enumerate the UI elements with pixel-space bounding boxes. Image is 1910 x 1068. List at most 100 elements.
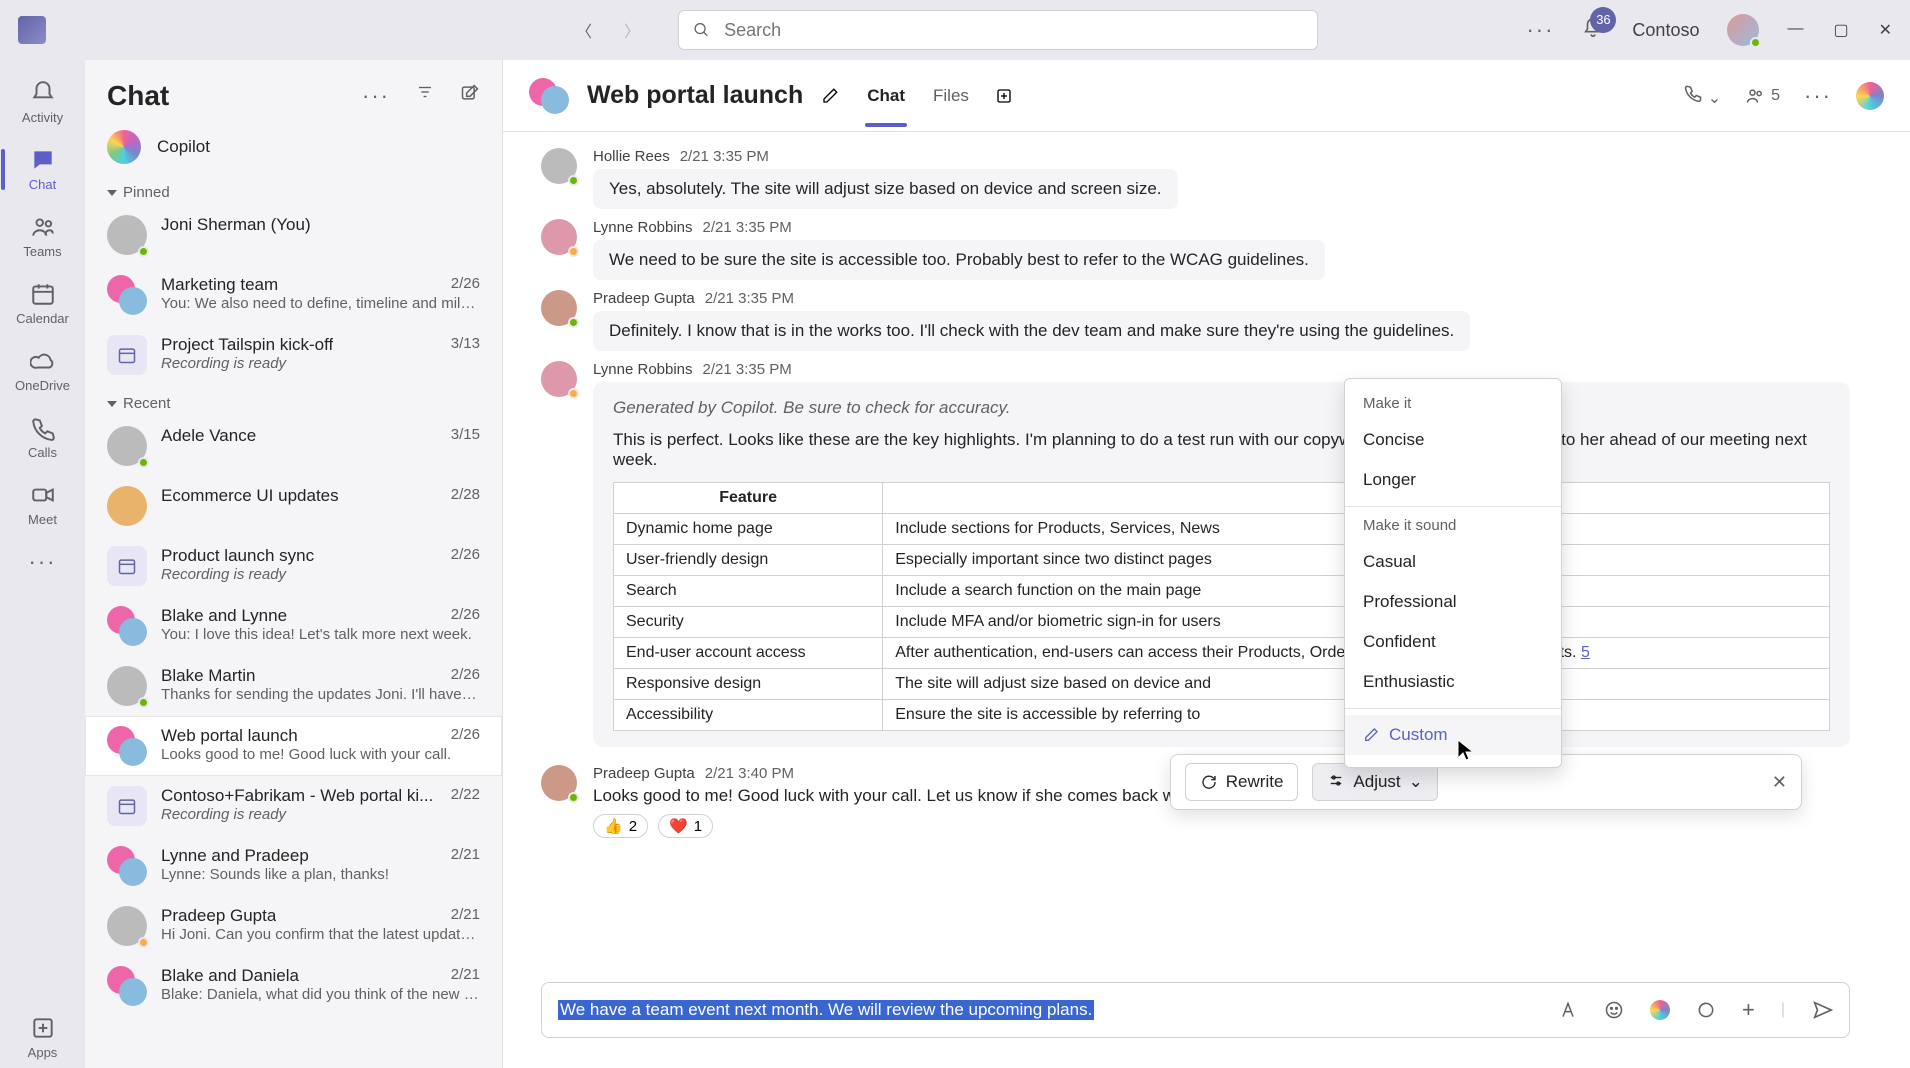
tab-chat[interactable]: Chat — [865, 66, 907, 126]
reaction-pill[interactable]: ❤️1 — [658, 814, 713, 838]
separator — [1345, 506, 1561, 507]
nav-back-icon[interactable]: 〈 — [576, 18, 592, 42]
adjust-option-custom[interactable]: Custom — [1345, 715, 1561, 755]
message-bubble[interactable]: Definitely. I know that is in the works … — [593, 311, 1470, 351]
chat-item[interactable]: Ecommerce UI updates2/28 — [85, 476, 502, 536]
avatar — [107, 215, 147, 255]
avatar — [541, 219, 577, 255]
caret-icon — [107, 190, 117, 196]
avatar — [107, 275, 147, 315]
notifications-button[interactable]: 36 — [1582, 17, 1604, 44]
chat-list-title: Chat — [107, 80, 169, 112]
chat-item[interactable]: Project Tailspin kick-off3/13Recording i… — [85, 325, 502, 385]
conversation-more-icon[interactable]: ··· — [1804, 83, 1832, 109]
copilot-compose-icon[interactable] — [1650, 1000, 1670, 1020]
conversation-avatar — [529, 78, 569, 114]
rail-onedrive[interactable]: OneDrive — [11, 340, 75, 401]
rail-more[interactable]: ··· — [11, 541, 75, 583]
notification-count-badge: 36 — [1590, 7, 1616, 33]
minimize-button[interactable]: — — [1787, 20, 1803, 40]
presence-icon — [138, 246, 149, 257]
close-button[interactable]: ✕ — [1879, 20, 1892, 40]
tab-files[interactable]: Files — [931, 66, 971, 126]
rewrite-button[interactable]: Rewrite — [1185, 763, 1299, 801]
participants-button[interactable]: 5 — [1745, 86, 1780, 106]
chat-item[interactable]: Blake Martin2/26Thanks for sending the u… — [85, 656, 502, 716]
copilot-close-button[interactable]: ✕ — [1772, 772, 1787, 793]
add-tab-icon[interactable] — [995, 87, 1013, 105]
org-name[interactable]: Contoso — [1632, 20, 1699, 41]
adjust-option-concise[interactable]: Concise — [1345, 420, 1561, 460]
add-attachment-icon[interactable]: + — [1742, 997, 1755, 1023]
chat-item[interactable]: Marketing team2/26You: We also need to d… — [85, 265, 502, 325]
recent-section-header[interactable]: Recent — [85, 385, 502, 416]
copilot-message-bubble[interactable]: Generated by Copilot. Be sure to check f… — [593, 382, 1850, 747]
presence-icon — [568, 175, 579, 186]
copilot-disclaimer: Generated by Copilot. Be sure to check f… — [613, 398, 1830, 418]
presence-icon — [568, 792, 579, 803]
rail-chat[interactable]: Chat — [11, 139, 75, 200]
call-button[interactable]: ⌄ — [1683, 83, 1721, 108]
rail-apps[interactable]: Apps — [11, 1007, 75, 1068]
cloud-icon — [30, 348, 56, 374]
more-icon[interactable]: ··· — [1526, 17, 1554, 43]
adjust-option-confident[interactable]: Confident — [1345, 622, 1561, 662]
rail-calls[interactable]: Calls — [11, 407, 75, 468]
more-icon: ··· — [29, 549, 57, 575]
reference-link[interactable]: 5 — [1581, 644, 1590, 661]
nav-forward-icon[interactable]: 〉 — [624, 18, 640, 42]
edit-icon[interactable] — [821, 87, 839, 105]
avatar — [107, 906, 147, 946]
reaction-pill[interactable]: 👍2 — [593, 814, 648, 838]
copilot-chat-entry[interactable]: Copilot — [85, 120, 502, 174]
chat-list-pane: Chat ··· Copilot Pinned Joni Sherman (Yo… — [85, 60, 503, 1068]
rail-meet[interactable]: Meet — [11, 474, 75, 535]
search-input[interactable] — [724, 20, 1303, 41]
presence-icon — [138, 697, 149, 708]
chat-item[interactable]: Web portal launch2/26Looks good to me! G… — [85, 716, 502, 776]
adjust-button[interactable]: Adjust ⌄ — [1312, 763, 1438, 801]
compose-icon[interactable] — [460, 83, 480, 103]
loop-icon[interactable] — [1696, 1000, 1716, 1020]
adjust-option-professional[interactable]: Professional — [1345, 582, 1561, 622]
rail-teams[interactable]: Teams — [11, 206, 75, 267]
message-bubble[interactable]: Yes, absolutely. The site will adjust si… — [593, 169, 1178, 209]
conversation-pane: Web portal launch Chat Files ⌄ 5 ··· — [503, 60, 1910, 1068]
rail-calendar[interactable]: Calendar — [11, 273, 75, 334]
chat-item[interactable]: Joni Sherman (You) — [85, 205, 502, 265]
rail-activity[interactable]: Activity — [11, 72, 75, 133]
people-icon — [30, 214, 56, 240]
sliders-icon — [1327, 773, 1345, 791]
message-bubble[interactable]: We need to be sure the site is accessibl… — [593, 240, 1325, 280]
chat-list-more-icon[interactable]: ··· — [362, 83, 390, 109]
compose-box[interactable]: We have a team event next month. We will… — [541, 982, 1850, 1038]
filter-icon[interactable] — [416, 83, 434, 101]
pinned-section-header[interactable]: Pinned — [85, 174, 502, 205]
avatar — [107, 846, 147, 886]
user-avatar[interactable] — [1727, 14, 1759, 46]
adjust-option-casual[interactable]: Casual — [1345, 542, 1561, 582]
format-icon[interactable] — [1558, 1000, 1578, 1020]
chat-item[interactable]: Blake and Lynne2/26You: I love this idea… — [85, 596, 502, 656]
adjust-option-enthusiastic[interactable]: Enthusiastic — [1345, 662, 1561, 702]
chat-item[interactable]: Adele Vance3/15 — [85, 416, 502, 476]
chat-item[interactable]: Blake and Daniela2/21Blake: Daniela, wha… — [85, 956, 502, 1016]
send-icon[interactable] — [1811, 999, 1833, 1021]
meeting-icon — [107, 786, 147, 826]
chat-icon — [30, 147, 56, 173]
emoji-icon[interactable] — [1604, 1000, 1624, 1020]
copilot-icon[interactable] — [1856, 82, 1884, 110]
adjust-option-longer[interactable]: Longer — [1345, 460, 1561, 500]
chat-item[interactable]: Contoso+Fabrikam - Web portal ki...2/22R… — [85, 776, 502, 836]
avatar — [541, 361, 577, 397]
chat-item[interactable]: Lynne and Pradeep2/21Lynne: Sounds like … — [85, 836, 502, 896]
copilot-label: Copilot — [157, 137, 210, 157]
presence-icon — [1750, 37, 1761, 48]
maximize-button[interactable]: ▢ — [1833, 20, 1848, 40]
presence-icon — [138, 937, 149, 948]
compose-selected-text[interactable]: We have a team event next month. We will… — [558, 1000, 1094, 1020]
global-search[interactable] — [678, 10, 1318, 50]
chat-item[interactable]: Product launch sync2/26Recording is read… — [85, 536, 502, 596]
chevron-down-icon: ⌄ — [1409, 772, 1423, 792]
chat-item[interactable]: Pradeep Gupta2/21Hi Joni. Can you confir… — [85, 896, 502, 956]
